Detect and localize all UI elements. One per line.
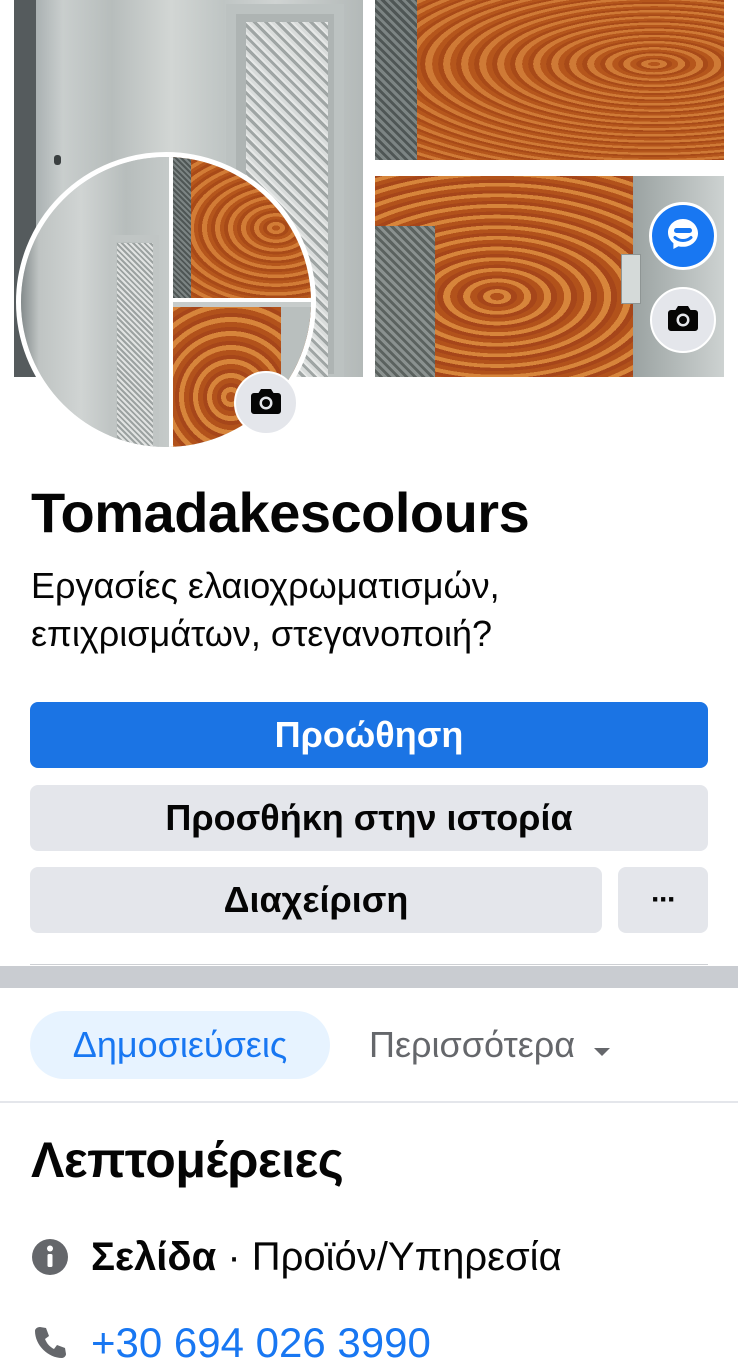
category-separator: · xyxy=(216,1235,252,1279)
details-heading: Λεπτομέρειες xyxy=(31,1132,344,1188)
tab-posts[interactable]: Δημοσιεύσεις xyxy=(30,1011,330,1079)
tab-more[interactable]: Περισσότερα xyxy=(369,1011,611,1079)
page-title: Tomadakescolours xyxy=(31,481,530,544)
page-description: Εργασίες ελαιοχρωματισμών, επιχρισμάτων,… xyxy=(31,565,500,654)
category-label: Σελίδα xyxy=(91,1235,217,1279)
phone-number-link[interactable]: +30 694 026 3990 xyxy=(91,1318,431,1368)
messenger-icon xyxy=(664,215,702,258)
info-icon xyxy=(31,1238,69,1276)
manage-button[interactable]: Διαχείριση xyxy=(30,867,602,933)
edit-profile-picture-button[interactable] xyxy=(234,371,298,435)
messenger-button[interactable] xyxy=(649,202,717,270)
section-divider xyxy=(0,966,738,988)
edit-cover-photo-button[interactable] xyxy=(650,287,716,353)
promote-button[interactable]: Προώθηση xyxy=(30,702,708,768)
more-options-icon: ··· xyxy=(651,883,677,916)
divider xyxy=(30,964,708,965)
cover-image-wood-top xyxy=(375,0,724,160)
detail-category-row: Σελίδα · Προϊόν/Υπηρεσία xyxy=(31,1232,562,1282)
detail-phone-row[interactable]: +30 694 026 3990 xyxy=(31,1318,431,1368)
camera-icon xyxy=(667,304,699,337)
more-options-button[interactable]: ··· xyxy=(618,867,708,933)
tab-more-label: Περισσότερα xyxy=(369,1024,576,1065)
tabs-divider xyxy=(0,1101,738,1103)
add-to-story-button[interactable]: Προσθήκη στην ιστορία xyxy=(30,785,708,851)
camera-icon xyxy=(250,387,282,420)
caret-down-icon xyxy=(593,1024,611,1066)
phone-icon xyxy=(31,1324,69,1362)
category-value: Προϊόν/Υπηρεσία xyxy=(251,1235,562,1279)
